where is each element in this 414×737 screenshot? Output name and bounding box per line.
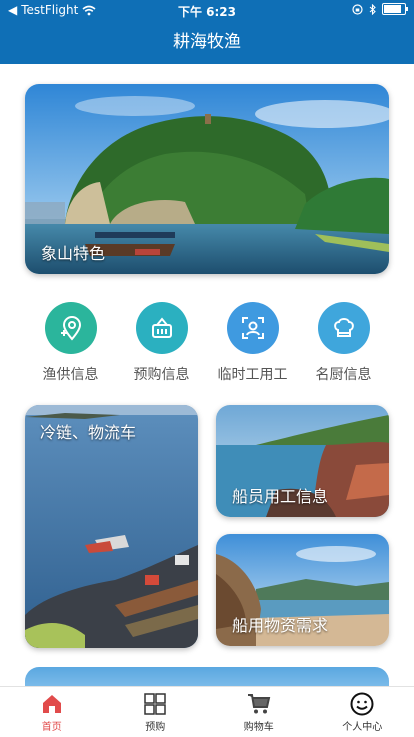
tab-label: 首页 — [42, 718, 62, 733]
basket-icon — [136, 302, 188, 354]
menu-label: 预购信息 — [134, 364, 190, 384]
grid-icon — [143, 692, 167, 716]
tile-ship-supplies[interactable]: 船用物资需求 — [216, 534, 389, 646]
battery-icon — [382, 3, 406, 15]
smiley-icon — [350, 692, 374, 716]
tab-profile[interactable]: 个人中心 — [311, 687, 414, 737]
bluetooth-icon — [369, 4, 376, 15]
menu-temp-labor[interactable]: 临时工用工 — [207, 302, 298, 392]
banner-xiangshan[interactable]: 象山特色 — [25, 84, 389, 274]
banner-label: 象山特色 — [41, 240, 105, 264]
tile-cold-chain[interactable]: 冷链、物流车 — [25, 405, 198, 648]
menu-presale[interactable]: 预购信息 — [116, 302, 207, 392]
next-card-peek[interactable] — [25, 667, 389, 686]
tab-label: 预购 — [145, 718, 165, 733]
tile-crew-hiring[interactable]: 船员用工信息 — [216, 405, 389, 517]
home-content: 象山特色 渔供信息 预购信息 — [0, 64, 414, 686]
location-pin-icon — [45, 302, 97, 354]
menu-label: 渔供信息 — [43, 364, 99, 384]
tab-cart[interactable]: 购物车 — [207, 687, 311, 737]
menu-fishery-supply[interactable]: 渔供信息 — [25, 302, 116, 392]
menu-chef-info[interactable]: 名厨信息 — [298, 302, 389, 392]
tile-cold-chain-label: 冷链、物流车 — [40, 419, 136, 443]
face-scan-icon — [227, 302, 279, 354]
quick-menu: 渔供信息 预购信息 临时工用工 — [25, 302, 389, 392]
tab-home[interactable]: 首页 — [0, 687, 104, 737]
tile-crew-label: 船员用工信息 — [232, 483, 328, 507]
home-icon — [40, 692, 64, 716]
cart-icon — [247, 692, 271, 716]
tab-bar: 首页 预购 购物车 个人中心 — [0, 686, 414, 737]
orientation-lock-icon — [352, 4, 363, 15]
tab-label: 购物车 — [244, 718, 274, 733]
menu-label: 临时工用工 — [218, 364, 288, 384]
chef-hat-icon — [318, 302, 370, 354]
menu-label: 名厨信息 — [316, 364, 372, 384]
tile-supplies-label: 船用物资需求 — [232, 612, 328, 636]
status-bar: ◀ TestFlight 下午 6:23 — [0, 0, 414, 20]
tab-label: 个人中心 — [342, 718, 382, 733]
tab-presale[interactable]: 预购 — [104, 687, 208, 737]
page-title: 耕海牧渔 — [173, 32, 241, 52]
nav-bar: 耕海牧渔 — [0, 20, 414, 64]
